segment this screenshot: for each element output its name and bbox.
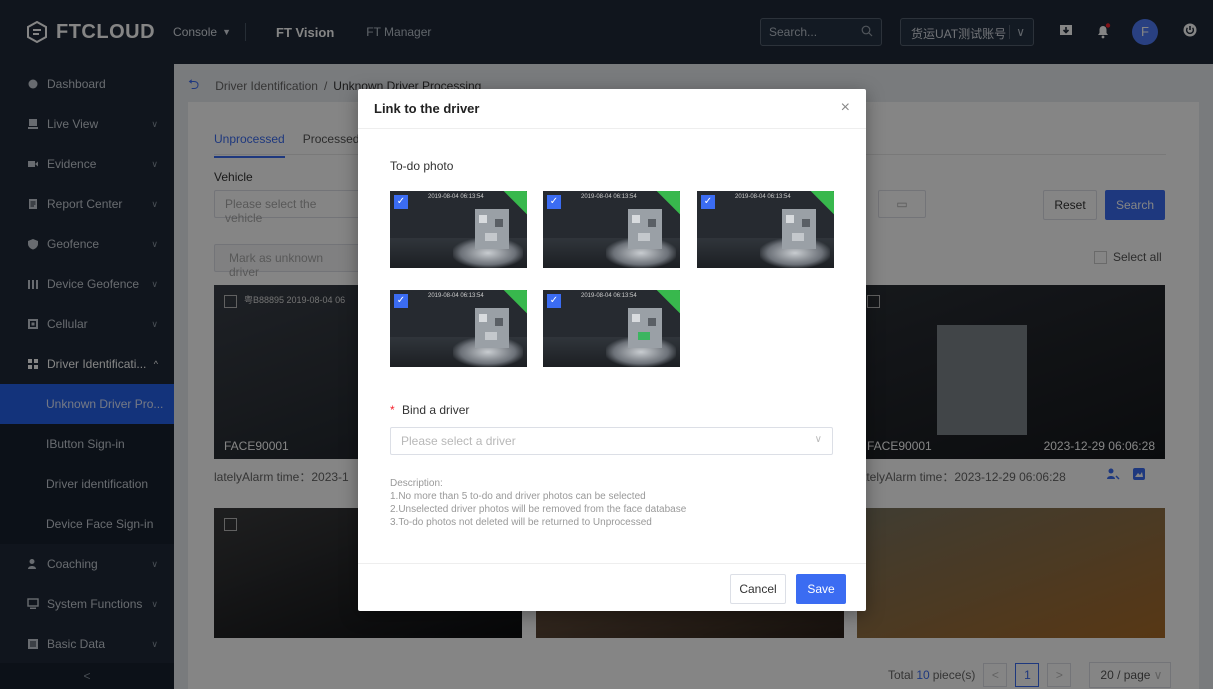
close-icon[interactable]: ×: [841, 99, 850, 117]
check-icon[interactable]: ✓: [547, 195, 561, 209]
check-icon[interactable]: ✓: [394, 294, 408, 308]
todo-photo[interactable]: 2019-08-04 06:13:54 ✓: [543, 290, 680, 367]
todo-photo-label: To-do photo: [390, 159, 454, 173]
pixelated-face-image: [782, 209, 816, 249]
pixelated-face-image: [628, 209, 662, 249]
pixelated-face-image: [475, 308, 509, 348]
check-icon[interactable]: ✓: [394, 195, 408, 209]
description-line: 2.Unselected driver photos will be remov…: [390, 504, 687, 515]
driver-select-placeholder: Please select a driver: [401, 434, 516, 448]
photo-timestamp: 2019-08-04 06:13:54: [428, 194, 484, 200]
dialog-footer: Cancel Save: [358, 563, 866, 611]
pixelated-face-image: [475, 209, 509, 249]
photo-timestamp: 2019-08-04 06:13:54: [735, 194, 791, 200]
description-line: 1.No more than 5 to-do and driver photos…: [390, 491, 646, 502]
dialog-title: Link to the driver: [374, 101, 480, 116]
bind-driver-label: * Bind a driver: [390, 403, 469, 417]
photo-timestamp: 2019-08-04 06:13:54: [581, 194, 637, 200]
save-button[interactable]: Save: [796, 574, 846, 604]
description-line: 3.To-do photos not deleted will be retur…: [390, 517, 652, 528]
check-icon[interactable]: ✓: [547, 294, 561, 308]
photo-timestamp: 2019-08-04 06:13:54: [581, 293, 637, 299]
description-block: Description: 1.No more than 5 to-do and …: [390, 477, 686, 529]
todo-photo[interactable]: 2019-08-04 06:13:54 ✓: [390, 191, 527, 268]
todo-photo[interactable]: 2019-08-04 06:13:54 ✓: [697, 191, 834, 268]
pixelated-face-image: [628, 308, 662, 348]
description-title: Description:: [390, 478, 443, 489]
required-mark: *: [390, 403, 395, 417]
check-icon[interactable]: ✓: [701, 195, 715, 209]
todo-photo[interactable]: 2019-08-04 06:13:54 ✓: [543, 191, 680, 268]
chevron-down-icon: ∨: [814, 434, 822, 445]
photo-timestamp: 2019-08-04 06:13:54: [428, 293, 484, 299]
bind-driver-text: Bind a driver: [402, 403, 470, 417]
driver-select[interactable]: Please select a driver ∨: [390, 427, 833, 455]
todo-photo[interactable]: 2019-08-04 06:13:54 ✓: [390, 290, 527, 367]
link-driver-dialog: Link to the driver × To-do photo 2019-08…: [358, 89, 866, 611]
dialog-header: Link to the driver ×: [358, 89, 866, 129]
cancel-button[interactable]: Cancel: [730, 574, 786, 604]
